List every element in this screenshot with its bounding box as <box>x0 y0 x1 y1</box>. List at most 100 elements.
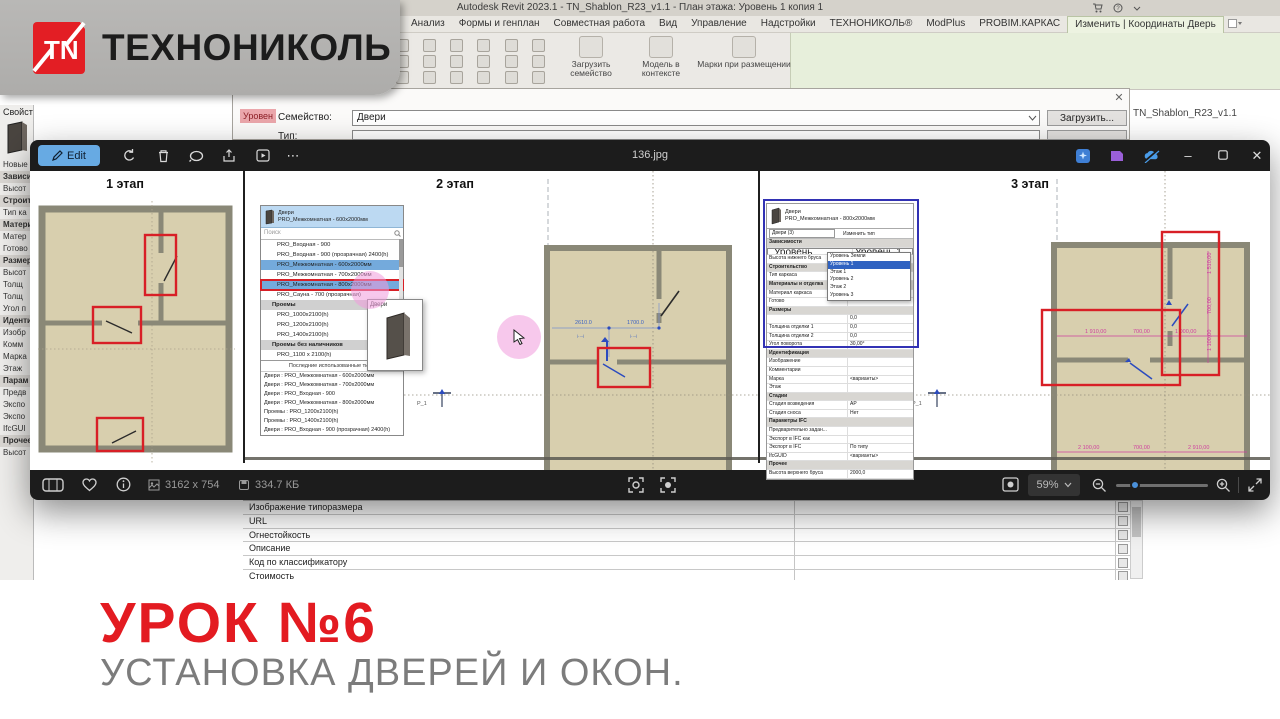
image-content: 1 этап 2 этап 2610.0 1700.0 ⊦⊣ ⊦⊣ P_1 Дв… <box>30 171 1270 480</box>
dialog-close-icon[interactable]: ✕ <box>1112 91 1126 105</box>
table-row[interactable]: Описание <box>243 542 1130 557</box>
table-value-cell[interactable] <box>795 529 1115 542</box>
ribbon-tab[interactable]: PROBIM.КАРКАС <box>972 16 1067 32</box>
property-row: Экспорт в IFC как <box>767 435 913 445</box>
edit-button[interactable]: Edit <box>38 145 100 166</box>
ribbon-button[interactable]: Загрузить семейство <box>558 36 624 88</box>
recent-type-item[interactable]: Проемы : PRO_1400x2100(h) <box>261 417 403 426</box>
ribbon-button[interactable]: Марки при размещении <box>696 36 792 88</box>
table-scrollbar-thumb[interactable] <box>1132 507 1141 537</box>
type-search-input[interactable]: Поиск <box>261 228 403 240</box>
fullscreen-icon[interactable] <box>1248 478 1262 492</box>
enhance-icon[interactable] <box>1072 145 1094 166</box>
minimize-button[interactable]: – <box>1173 140 1203 171</box>
share-icon[interactable] <box>218 145 240 166</box>
recent-type-item[interactable]: Двери : PRO_Входная - 900 <box>261 390 403 399</box>
rotate-icon[interactable] <box>118 145 140 166</box>
level-option[interactable]: Этаж 2 <box>828 284 910 292</box>
recent-type-item[interactable]: Двери : PRO_Межкомнатная - 600x2000мм <box>261 372 403 381</box>
edit-type-button[interactable]: Изменить тип <box>843 231 875 237</box>
ribbon-tab[interactable]: ModPlus <box>919 16 972 32</box>
svg-text:TN: TN <box>44 35 79 65</box>
svg-text:700,00: 700,00 <box>1133 445 1150 451</box>
zoom-in-icon[interactable] <box>1216 478 1231 493</box>
recent-type-item[interactable]: Проемы : PRO_1200x2100(h) <box>261 408 403 417</box>
table-value-cell[interactable] <box>795 556 1115 569</box>
fit-screen-icon[interactable] <box>628 477 644 493</box>
zoom-slider-thumb[interactable] <box>1130 480 1140 490</box>
table-row-button[interactable] <box>1115 556 1130 569</box>
type-selector-header[interactable]: Двери PRO_Межкомнатная - 600x2000мм <box>261 206 403 228</box>
favorite-heart-icon[interactable] <box>82 478 97 492</box>
table-row-button[interactable] <box>1115 542 1130 556</box>
ribbon-tab[interactable]: Формы и генплан <box>452 16 547 32</box>
ribbon-tab-active[interactable]: Изменить | Координаты Дверь <box>1067 15 1224 33</box>
type-list-item[interactable]: PRO_Входная - 900 <box>261 240 403 250</box>
ribbon-tab[interactable]: Совместная работа <box>547 16 653 32</box>
table-value-cell[interactable] <box>795 542 1115 555</box>
table-value-cell[interactable] <box>795 515 1115 528</box>
slideshow-icon[interactable] <box>252 145 274 166</box>
help-icon[interactable]: ? <box>1113 3 1123 13</box>
table-row[interactable]: Код по классификатору <box>243 556 1130 570</box>
type-list-item[interactable]: PRO_Входная - 900 (прозрачная) 2400(h) <box>261 250 403 260</box>
tab-options-icon[interactable] <box>1227 19 1242 29</box>
info-icon[interactable] <box>116 477 131 492</box>
table-row[interactable]: Стоимость <box>243 569 1130 580</box>
chevron-down-icon[interactable] <box>1133 4 1141 12</box>
ribbon-button[interactable]: Модель в контексте <box>628 36 694 88</box>
family-combobox[interactable]: Двери <box>352 110 1040 126</box>
clipchamp-icon[interactable] <box>1106 145 1128 166</box>
property-row: Экспорт в IFC По типу <box>767 444 913 453</box>
type-combobox[interactable] <box>352 130 1040 140</box>
maximize-button[interactable] <box>1208 140 1238 171</box>
modify-tools-icons[interactable] <box>396 39 556 84</box>
table-row-button[interactable] <box>1115 528 1130 542</box>
table-row[interactable]: Огнестойкость <box>243 528 1130 543</box>
photos-viewer-window: 136.jpg Edit ⋯ – ✕ 1 этап 2 этап 2610.0 … <box>30 140 1270 500</box>
table-row[interactable]: Изображение типоразмера <box>243 501 1130 515</box>
table-row-button[interactable] <box>1115 569 1130 580</box>
markup-icon[interactable] <box>185 145 207 166</box>
cart-icon[interactable] <box>1092 3 1103 13</box>
actual-size-icon[interactable] <box>660 477 676 493</box>
ribbon-tab[interactable]: ТЕХНОНИКОЛЬ® <box>823 16 920 32</box>
technonicol-badge: TN ТЕХНОНИКОЛЬ <box>0 0 400 95</box>
level-option[interactable]: Уровень 2 <box>828 276 910 284</box>
sidebar-property-row: Этаж <box>3 364 23 373</box>
onedrive-offline-icon[interactable] <box>1140 145 1162 166</box>
level-option[interactable]: Уровень 3 <box>828 292 910 300</box>
duplicate-button[interactable] <box>1047 130 1127 140</box>
delete-icon[interactable] <box>152 145 174 166</box>
ribbon-tab[interactable]: Управление <box>684 16 754 32</box>
svg-text:1 100,00: 1 100,00 <box>1207 330 1213 351</box>
zoom-out-icon[interactable] <box>1092 478 1107 493</box>
zoom-level-dropdown[interactable]: 59% <box>1028 474 1080 496</box>
ribbon-tab[interactable]: Вид <box>652 16 684 32</box>
recent-type-item[interactable]: Двери : PRO_Межкомнатная - 700x2000мм <box>261 381 403 390</box>
load-family-button[interactable]: Загрузить... <box>1047 110 1127 126</box>
table-row-button[interactable] <box>1115 514 1130 528</box>
close-button[interactable]: ✕ <box>1242 140 1270 171</box>
recent-type-item[interactable]: Двери : PRO_Входная - 900 (прозрачная) 2… <box>261 426 403 435</box>
level-option[interactable]: Уровень Земли <box>828 253 910 261</box>
ribbon-tab[interactable]: Анализ <box>404 16 452 32</box>
table-row[interactable]: URL <box>243 514 1130 529</box>
combo-chevron-icon[interactable] <box>1028 114 1037 122</box>
table-scrollbar[interactable] <box>1130 500 1143 579</box>
revit-titlebar-icons[interactable]: ? <box>1092 2 1172 14</box>
ribbon-tab[interactable]: Надстройки <box>754 16 823 32</box>
level-option[interactable]: Этаж 1 <box>828 269 910 277</box>
table-value-cell[interactable] <box>795 501 1115 514</box>
selection-combobox[interactable]: Двери (3) <box>769 229 835 238</box>
table-row-button[interactable] <box>1115 501 1130 514</box>
property-row: IfcGUID <варианты> <box>767 452 913 462</box>
filmstrip-icon[interactable] <box>42 478 64 492</box>
more-icon[interactable]: ⋯ <box>282 145 304 166</box>
recent-type-item[interactable]: Двери : PRO_Межкомнатная - 800x2000мм <box>261 399 403 408</box>
crop-fit-icon[interactable] <box>1002 477 1019 492</box>
svg-text:700,00: 700,00 <box>1207 297 1213 314</box>
type-list-item[interactable]: PRO_Межкомнатная - 600x2000мм <box>261 260 403 270</box>
level-option[interactable]: Уровень 1 <box>828 260 910 269</box>
table-value-cell[interactable] <box>795 570 1115 580</box>
